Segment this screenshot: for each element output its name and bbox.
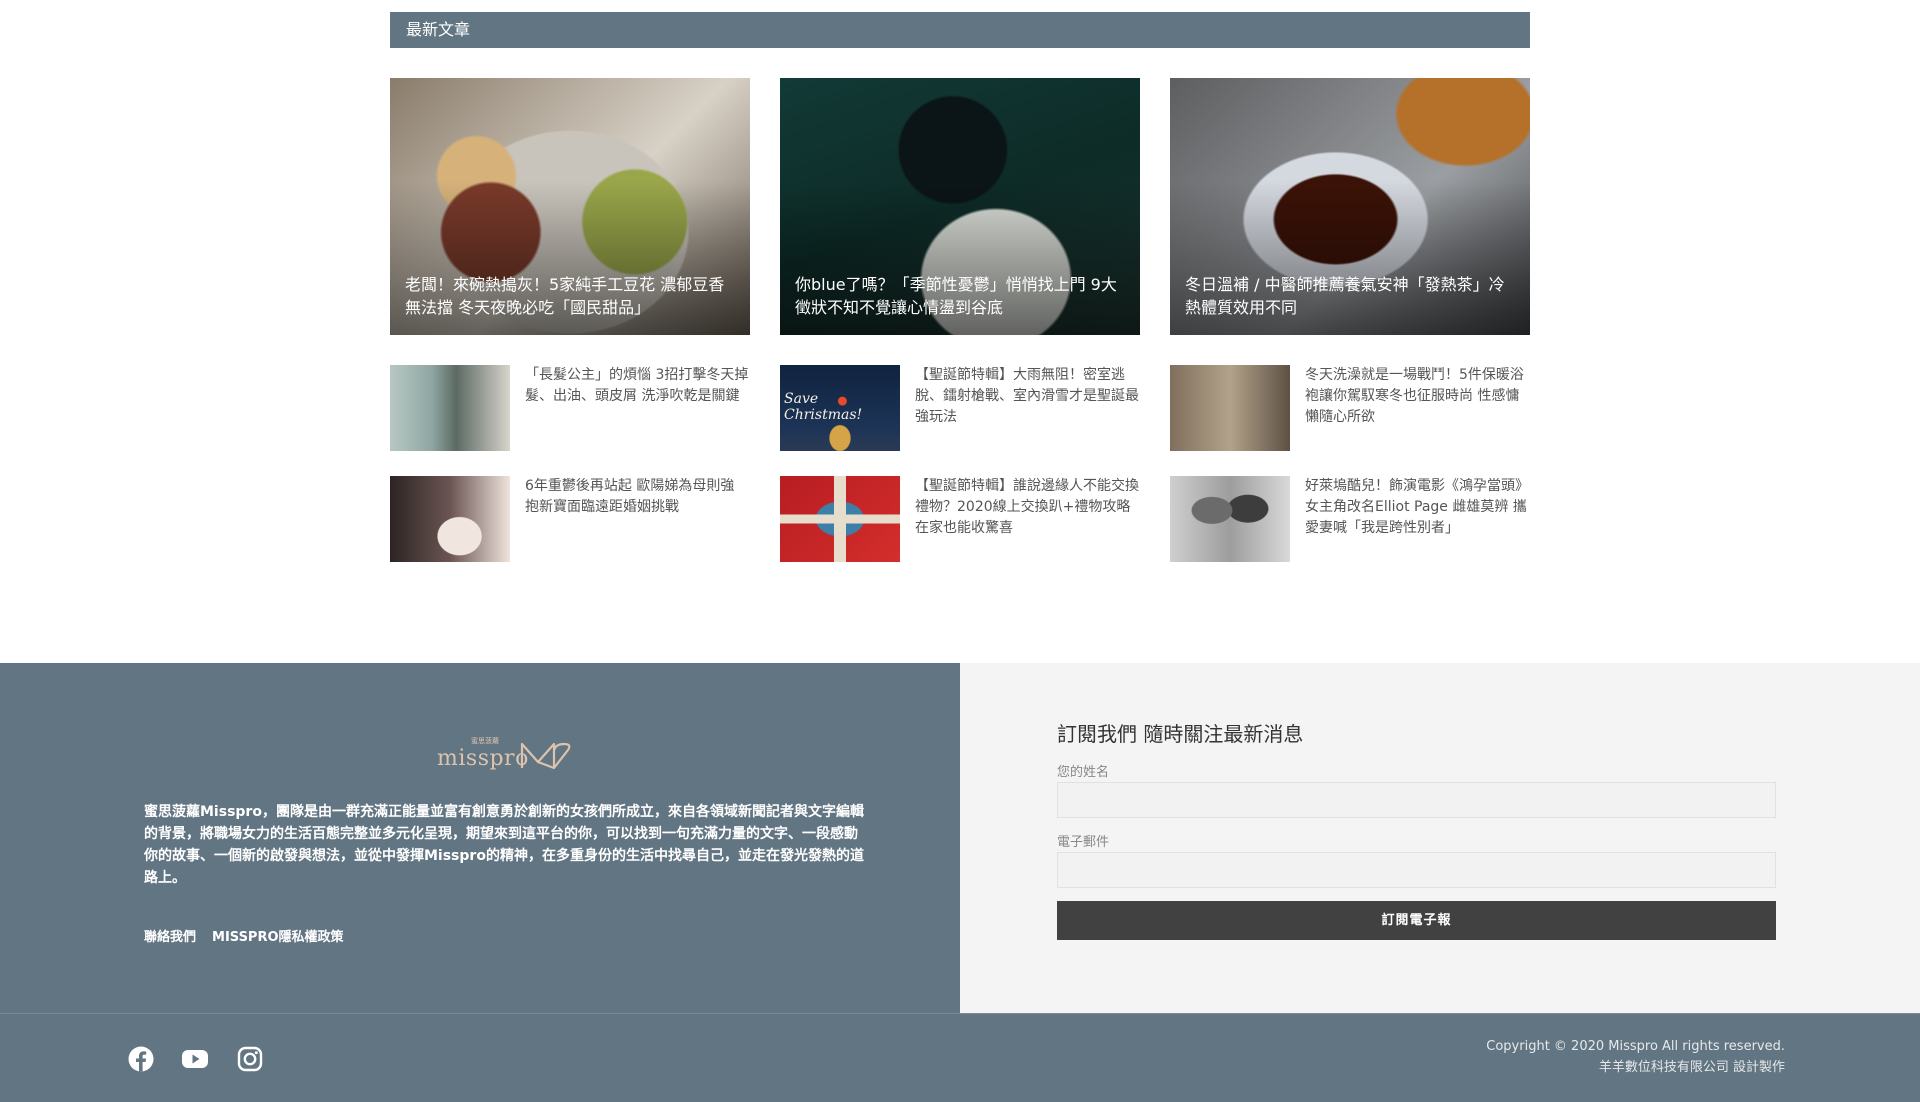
article-item[interactable]: 冬天洗澡就是一場戰鬥！5件保暖浴袍讓你駕馭寒冬也征服時尚 性感慵懶隨心所欲	[1170, 365, 1530, 451]
footer-link-privacy[interactable]: MISSPRO隱私權政策	[212, 926, 344, 945]
youtube-icon[interactable]	[181, 1045, 209, 1073]
email-label: 電子郵件	[1057, 835, 1110, 850]
logo-text: misspro	[437, 746, 529, 771]
site-logo[interactable]: misspro 蜜思菠蘿	[437, 736, 577, 776]
article-thumbnail[interactable]	[1170, 476, 1290, 562]
article-thumbnail[interactable]	[390, 476, 510, 562]
article-thumbnail[interactable]	[1170, 365, 1290, 451]
subscribe-heading: 訂閱我們 隨時關注最新消息	[1057, 722, 1304, 746]
logo-mark-icon	[520, 742, 571, 770]
featured-article[interactable]: 你blue了嗎？「季節性憂鬱」悄悄找上門 9大徵狀不知不覺讓心情盪到谷底	[780, 78, 1140, 335]
featured-title[interactable]: 老闆！來碗熱搗灰！5家純手工豆花 濃郁豆香無法擋 冬天夜晚必吃「國民甜品」	[405, 273, 738, 319]
credit-line: 羊羊數位科技有限公司 設計製作	[1598, 1060, 1785, 1075]
section-title: 最新文章	[390, 12, 1530, 48]
article-item[interactable]: 6年重鬱後再站起 歐陽娣為母則強 抱新寶面臨遠距婚姻挑戰	[390, 476, 750, 562]
article-thumbnail[interactable]	[390, 365, 510, 451]
article-title[interactable]: 6年重鬱後再站起 歐陽娣為母則強 抱新寶面臨遠距婚姻挑戰	[525, 476, 750, 518]
article-thumbnail[interactable]: Save Christmas!	[780, 365, 900, 451]
footer-link-contact[interactable]: 聯絡我們	[144, 926, 196, 945]
instagram-icon[interactable]	[236, 1045, 264, 1073]
featured-title[interactable]: 冬日溫補 / 中醫師推薦養氣安神「發熱茶」冷熱體質效用不同	[1185, 273, 1518, 319]
article-item[interactable]: 【聖誕節特輯】誰說邊緣人不能交換禮物？2020線上交換趴+禮物攻略 在家也能收驚…	[780, 476, 1140, 562]
copyright-line: Copyright © 2020 Misspro All rights rese…	[1486, 1039, 1785, 1054]
featured-article[interactable]: 老闆！來碗熱搗灰！5家純手工豆花 濃郁豆香無法擋 冬天夜晚必吃「國民甜品」	[390, 78, 750, 335]
email-input[interactable]	[1057, 852, 1776, 888]
article-title[interactable]: 好萊塢酷兒！飾演電影《鴻孕當頭》女主角改名Elliot Page 雌雄莫辨 攜愛…	[1305, 476, 1530, 539]
featured-article[interactable]: 冬日溫補 / 中醫師推薦養氣安神「發熱茶」冷熱體質效用不同	[1170, 78, 1530, 335]
subscribe-button[interactable]: 訂閱電子報	[1057, 901, 1776, 940]
facebook-icon[interactable]	[127, 1045, 155, 1073]
about-text: 蜜思菠蘿Misspro，團隊是由一群充滿正能量並富有創意勇於創新的女孩們所成立，…	[144, 804, 864, 886]
article-title[interactable]: 冬天洗澡就是一場戰鬥！5件保暖浴袍讓你駕馭寒冬也征服時尚 性感慵懶隨心所欲	[1305, 365, 1530, 428]
article-thumbnail[interactable]	[780, 476, 900, 562]
copyright: Copyright © 2020 Misspro All rights rese…	[1486, 1036, 1785, 1078]
article-title[interactable]: 【聖誕節特輯】大雨無阻！密室逃脫、鐳射槍戰、室內滑雪才是聖誕最強玩法	[915, 365, 1140, 428]
article-title[interactable]: 「長髮公主」的煩惱 3招打擊冬天掉髮、出油、頭皮屑 洗淨吹乾是關鍵	[525, 365, 750, 407]
article-item[interactable]: 好萊塢酷兒！飾演電影《鴻孕當頭》女主角改名Elliot Page 雌雄莫辨 攜愛…	[1170, 476, 1530, 562]
name-input[interactable]	[1057, 782, 1776, 818]
footer-links: 聯絡我們 MISSPRO隱私權政策	[144, 926, 344, 945]
article-item[interactable]: 「長髮公主」的煩惱 3招打擊冬天掉髮、出油、頭皮屑 洗淨吹乾是關鍵	[390, 365, 750, 451]
thumbnail-overlay-text: Save Christmas!	[784, 391, 863, 423]
logo-subtitle: 蜜思菠蘿	[471, 737, 499, 745]
name-label: 您的姓名	[1057, 765, 1110, 780]
article-item[interactable]: Save Christmas! 【聖誕節特輯】大雨無阻！密室逃脫、鐳射槍戰、室內…	[780, 365, 1140, 451]
article-title[interactable]: 【聖誕節特輯】誰說邊緣人不能交換禮物？2020線上交換趴+禮物攻略 在家也能收驚…	[915, 476, 1140, 539]
featured-title[interactable]: 你blue了嗎？「季節性憂鬱」悄悄找上門 9大徵狀不知不覺讓心情盪到谷底	[795, 273, 1128, 319]
